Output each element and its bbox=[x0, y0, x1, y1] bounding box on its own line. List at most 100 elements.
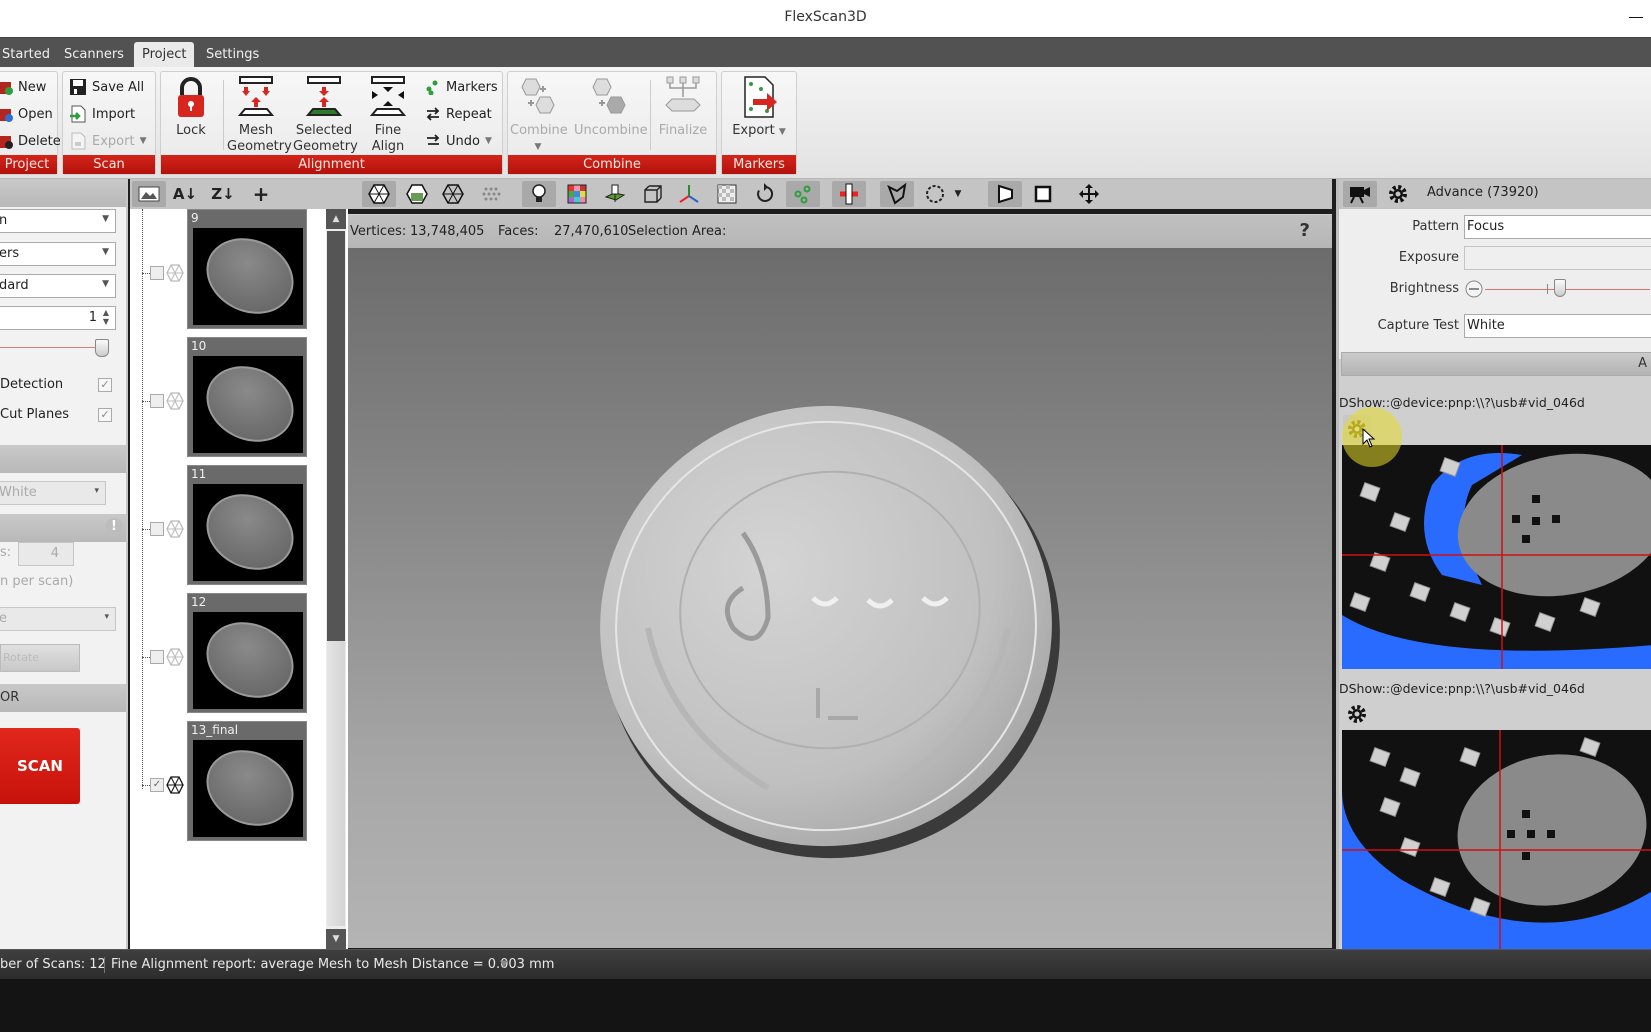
brightness-slider-thumb[interactable] bbox=[1554, 279, 1566, 297]
wireframe-render-button[interactable] bbox=[436, 181, 470, 207]
scan-thumbnail[interactable]: 13_final bbox=[187, 721, 307, 841]
scan-list-scrollbar[interactable]: ▲ ▼ bbox=[326, 209, 346, 949]
capture-test-field[interactable]: White bbox=[1464, 314, 1651, 338]
mesh-render-button[interactable] bbox=[362, 181, 396, 207]
scan-thumbnail[interactable]: 12 bbox=[187, 593, 307, 713]
selected-geometry-button[interactable]: Selected Geometry bbox=[293, 75, 358, 155]
count-spinner[interactable]: 1 ▲ ▼ bbox=[0, 306, 116, 330]
lighting-button[interactable] bbox=[522, 181, 556, 207]
tab-scanners[interactable]: Scanners bbox=[56, 44, 132, 68]
texture-render-button[interactable] bbox=[400, 181, 434, 207]
scans-label: s: bbox=[0, 545, 12, 560]
apply-button[interactable]: A bbox=[1341, 352, 1651, 376]
scroll-down-icon[interactable]: ▼ bbox=[326, 929, 346, 949]
stop-button[interactable] bbox=[1026, 181, 1060, 207]
stop-icon bbox=[1034, 185, 1052, 203]
undo-button[interactable]: Undo ▼ bbox=[425, 130, 492, 152]
pattern-field[interactable]: Focus bbox=[1464, 215, 1651, 239]
scan-visibility-checkbox[interactable] bbox=[150, 394, 164, 408]
per-scan-note: n per scan) bbox=[0, 574, 74, 589]
markers-view-button[interactable] bbox=[786, 181, 820, 207]
scanner-combo[interactable]: n ▼ bbox=[0, 209, 116, 233]
finalize-button[interactable]: Finalize bbox=[656, 75, 710, 139]
repeat-button[interactable]: Repeat bbox=[425, 103, 492, 125]
cut-plane-button[interactable] bbox=[832, 181, 866, 207]
scroll-up-icon[interactable]: ▲ bbox=[326, 209, 346, 229]
scan-visibility-checkbox[interactable] bbox=[150, 522, 164, 536]
pattern-combo[interactable]: White ▾ bbox=[0, 481, 106, 505]
rotate-button[interactable]: Rotate bbox=[0, 644, 80, 672]
markers-align-button[interactable]: Markers bbox=[425, 76, 498, 98]
report-dropdown-icon[interactable]: ▼ bbox=[500, 959, 508, 970]
pan-button[interactable] bbox=[1072, 181, 1106, 207]
spinner-arrows-icon[interactable]: ▲ ▼ bbox=[103, 308, 109, 326]
new-button[interactable]: New bbox=[0, 76, 46, 98]
axes-button[interactable] bbox=[672, 181, 706, 207]
combine-button[interactable]: Combine ▼ bbox=[510, 75, 568, 155]
lasso-select-button[interactable] bbox=[880, 181, 914, 207]
detection-checkbox[interactable]: ✓ bbox=[98, 378, 112, 392]
save-all-button[interactable]: Save All bbox=[69, 76, 144, 98]
circle-select-button[interactable] bbox=[918, 181, 952, 207]
rotation-combo[interactable]: e ▾ bbox=[0, 607, 116, 631]
reset-view-button[interactable] bbox=[748, 181, 782, 207]
turntable-button[interactable] bbox=[598, 181, 632, 207]
turntable-icon bbox=[604, 184, 626, 202]
scrollbar-track[interactable] bbox=[327, 641, 345, 926]
tab-project[interactable]: Project bbox=[134, 42, 195, 68]
transparency-button[interactable] bbox=[710, 181, 744, 207]
point-cloud-button[interactable] bbox=[474, 181, 508, 207]
scan-visibility-checkbox[interactable]: ✓ bbox=[150, 778, 164, 792]
cut-planes-checkbox[interactable]: ✓ bbox=[98, 408, 112, 422]
undo-label: Undo bbox=[446, 133, 480, 149]
minimize-button[interactable] bbox=[1629, 8, 1643, 24]
scan-thumbnail[interactable]: 11 bbox=[187, 465, 307, 585]
thumbnail-view-button[interactable] bbox=[132, 181, 166, 207]
minus-circle-icon bbox=[1465, 280, 1483, 298]
add-scan-button[interactable]: + bbox=[244, 181, 278, 207]
markers-combo[interactable]: ers ▼ bbox=[0, 242, 116, 266]
exposure-field[interactable] bbox=[1464, 246, 1651, 270]
delete-button[interactable]: Delete bbox=[0, 130, 61, 152]
uncombine-button[interactable]: Uncombine bbox=[574, 75, 648, 139]
fine-align-button[interactable]: Fine Align bbox=[359, 75, 417, 155]
mesh-toggle-icon[interactable] bbox=[166, 264, 184, 282]
scan-thumbnail[interactable]: 10 bbox=[187, 337, 307, 457]
tab-settings[interactable]: Settings bbox=[198, 44, 267, 68]
camera-view-button[interactable] bbox=[1343, 181, 1377, 207]
sort-descending-button[interactable]: Z↓ bbox=[206, 181, 240, 207]
mesh-toggle-icon[interactable] bbox=[166, 776, 184, 794]
slider-track[interactable] bbox=[0, 347, 100, 348]
scans-spinner[interactable]: 4 bbox=[18, 542, 74, 566]
3d-viewport[interactable] bbox=[348, 248, 1332, 948]
export-markers-button[interactable]: Export ▼ bbox=[728, 75, 790, 140]
import-button[interactable]: Import bbox=[69, 103, 135, 125]
sort-ascending-button[interactable]: A↓ bbox=[168, 181, 202, 207]
sort-za-icon: Z↓ bbox=[211, 185, 235, 203]
export-scan-button[interactable]: Export ▼ bbox=[69, 130, 146, 152]
mesh-toggle-icon[interactable] bbox=[166, 648, 184, 666]
quality-combo[interactable]: dard ▼ bbox=[0, 274, 116, 298]
brightness-decrease-button[interactable] bbox=[1464, 279, 1484, 303]
help-button[interactable]: ? bbox=[1300, 220, 1310, 241]
camera-settings-button[interactable] bbox=[1381, 181, 1415, 207]
scrollbar-thumb[interactable] bbox=[327, 231, 345, 641]
lock-button[interactable]: Lock bbox=[171, 75, 211, 139]
camera2-device-path: DShow::@device:pnp:\\?\usb#vid_046d bbox=[1339, 681, 1585, 696]
mesh-geometry-button[interactable]: Mesh Geometry bbox=[227, 75, 292, 155]
scan-thumbnail[interactable]: 9 bbox=[187, 209, 307, 329]
bounding-box-button[interactable] bbox=[636, 181, 670, 207]
play-button[interactable] bbox=[988, 181, 1022, 207]
mesh-toggle-icon[interactable] bbox=[166, 520, 184, 538]
select-mode-dropdown[interactable]: ▼ bbox=[948, 181, 968, 207]
brightness-slider-track[interactable] bbox=[1485, 289, 1650, 290]
slider-thumb[interactable] bbox=[95, 339, 109, 357]
scan-visibility-checkbox[interactable] bbox=[150, 266, 164, 280]
scan-button[interactable]: SCAN bbox=[0, 728, 80, 804]
camera2-settings-button[interactable] bbox=[1343, 700, 1371, 728]
open-button[interactable]: Open bbox=[0, 103, 53, 125]
mesh-toggle-icon[interactable] bbox=[166, 392, 184, 410]
tab-getting-started[interactable]: Started bbox=[0, 44, 58, 68]
scan-visibility-checkbox[interactable] bbox=[150, 650, 164, 664]
color-map-button[interactable] bbox=[560, 181, 594, 207]
